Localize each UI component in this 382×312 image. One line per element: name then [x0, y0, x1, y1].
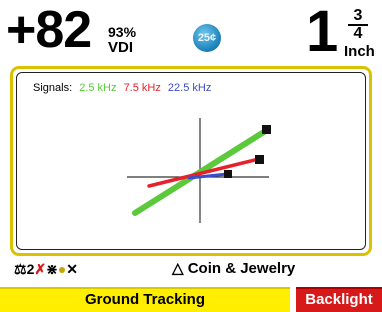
vdi-percent: 93%: [108, 24, 137, 40]
vdi-value: +82: [6, 1, 92, 59]
disabled-audio-icon: ✗: [34, 261, 47, 277]
settings-icon: ✕: [66, 261, 79, 277]
signal-endpoint-2-5-khz: [262, 125, 271, 134]
triangle-outline-icon: △: [172, 260, 184, 277]
signal-endpoint-22-5-khz: [224, 170, 232, 178]
status-icons: ⚖2✗⋇●✕: [14, 260, 78, 278]
depth-unit: Inch: [344, 43, 375, 60]
mode-label: Coin & Jewelry: [187, 260, 296, 277]
depth-whole: 1: [306, 0, 339, 64]
depth-denominator: 4: [353, 25, 363, 42]
signal-plot: [127, 118, 271, 223]
signal-trace-7-5-khz: [147, 157, 261, 188]
status-row: ⚖2✗⋇●✕ △ Coin & Jewelry: [0, 258, 382, 280]
coin-25-cent-icon: 25¢: [193, 24, 221, 52]
depth-numerator: 3: [353, 7, 363, 24]
signal-panel: Signals: 2.5 kHz 7.5 kHz 22.5 kHz: [10, 66, 372, 256]
depth-fraction: 3 4: [345, 7, 371, 42]
ground-tracking-button[interactable]: Ground Tracking: [0, 287, 290, 312]
pinpoint-icon: ⋇: [46, 261, 58, 277]
vdi-label: VDI: [108, 39, 134, 56]
backlight-button[interactable]: Backlight: [296, 287, 382, 312]
mode-indicator: △ Coin & Jewelry: [172, 260, 295, 278]
ground-balance-icon: ⚖: [14, 261, 27, 277]
signal-panel-frame: Signals: 2.5 kHz 7.5 kHz 22.5 kHz: [16, 72, 366, 250]
signal-endpoint-7-5-khz: [255, 155, 264, 164]
